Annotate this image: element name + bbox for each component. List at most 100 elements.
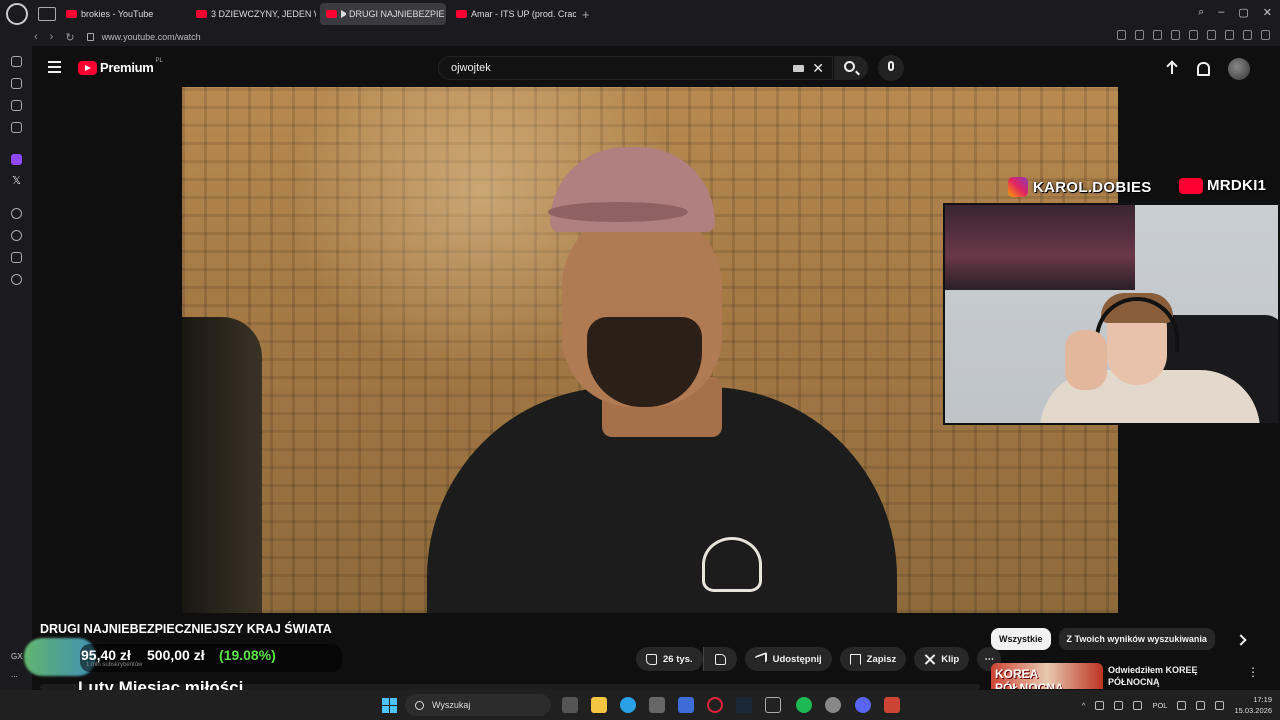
share-button[interactable]: Udostępnij <box>744 647 832 671</box>
tab-amar[interactable]: Amar - ITS UP (prod. Crac <box>450 3 576 25</box>
display-icon[interactable] <box>1177 700 1187 710</box>
youtube-premium-logo[interactable]: Premium PL <box>78 58 163 75</box>
clip-label: Klip <box>941 653 960 665</box>
save-button[interactable]: Zapisz <box>839 647 907 671</box>
twitch-icon[interactable] <box>11 154 22 165</box>
search-button[interactable] <box>834 56 868 80</box>
forward-icon[interactable]: › <box>50 31 54 44</box>
back-icon[interactable]: ‹ <box>34 31 38 44</box>
task-view-icon[interactable] <box>562 697 578 713</box>
opera-sidebar: 𝕏 <box>0 46 32 690</box>
lock-icon[interactable] <box>86 33 94 41</box>
steam-icon[interactable] <box>736 697 752 713</box>
tab-drugi-najniebezpie[interactable]: DRUGI NAJNIEBEZPIE <box>320 3 446 25</box>
mail-icon[interactable] <box>678 697 694 713</box>
recommended-title[interactable]: Odwiedziłem KOREĘ PÓŁNOCNĄ <box>1108 664 1238 688</box>
chevron-right-icon[interactable] <box>1235 634 1247 646</box>
chip-all[interactable]: Wszystkie <box>991 628 1051 650</box>
battery-icon[interactable] <box>1215 700 1225 710</box>
file-explorer-icon[interactable] <box>591 697 607 713</box>
instagram-icon <box>1008 177 1028 197</box>
discord-icon[interactable] <box>855 697 871 713</box>
tray-app-icon[interactable] <box>1114 700 1124 710</box>
image-icon[interactable] <box>11 100 22 111</box>
store-icon[interactable] <box>649 697 665 713</box>
volume-icon[interactable] <box>1196 700 1206 710</box>
history-icon[interactable] <box>11 230 22 241</box>
x-icon[interactable]: 𝕏 <box>11 176 22 187</box>
voice-search-button[interactable] <box>878 55 904 81</box>
spotify-icon[interactable] <box>796 697 812 713</box>
extensions-sidebar-icon[interactable] <box>11 252 22 263</box>
reload-icon[interactable]: ↻ <box>65 31 74 44</box>
hamburger-menu-icon[interactable] <box>48 61 61 73</box>
recommended-video[interactable]: KOREA PÓŁNOCNA Odwiedziłem KOREĘ PÓŁNOCN… <box>991 663 1271 689</box>
notifications-bell-icon[interactable] <box>1197 62 1210 76</box>
opera-logo-icon[interactable] <box>6 3 28 25</box>
scissors-icon <box>924 654 935 665</box>
video-title: DRUGI NAJNIEBEZPIECZNIEJSZY KRAJ ŚWIATA <box>40 622 332 636</box>
opera-gx-icon[interactable] <box>707 697 723 713</box>
search-tabs-icon[interactable]: ⌕ <box>1198 6 1204 19</box>
downloads-icon[interactable] <box>1225 30 1234 40</box>
player-icon[interactable] <box>11 208 22 219</box>
extensions-icon[interactable] <box>1207 30 1216 40</box>
tab-label: 3 DZIEWCZYNY, JEDEN W <box>211 9 316 19</box>
clock-date: 15.03.2026 <box>1234 706 1272 715</box>
maximize-icon[interactable]: ▢ <box>1238 6 1248 19</box>
microphone-icon[interactable] <box>1133 700 1143 710</box>
minimize-icon[interactable]: – <box>1218 6 1224 19</box>
aria-ai-icon[interactable] <box>1243 30 1252 40</box>
chip-from-search[interactable]: Z Twoich wyników wyszukiwania <box>1058 628 1215 650</box>
settings-icon[interactable] <box>11 274 22 285</box>
gx-label[interactable]: GX <box>11 652 23 661</box>
more-options-icon[interactable]: ... <box>11 670 18 679</box>
search-query[interactable]: ojwojtek <box>451 62 491 74</box>
pin-icon[interactable] <box>1117 30 1126 40</box>
kebab-menu-icon[interactable]: ⋮ <box>1247 665 1259 679</box>
tray-chevron-icon[interactable]: ^ <box>1082 701 1086 710</box>
streamer-webcam <box>943 203 1280 425</box>
edge-icon[interactable] <box>620 697 636 713</box>
heart-icon[interactable] <box>1189 30 1198 40</box>
tab-3-dziewczyny[interactable]: 3 DZIEWCZYNY, JEDEN W <box>190 3 316 25</box>
clip-button[interactable]: Klip <box>914 647 970 671</box>
url-field[interactable]: www.youtube.com/watch <box>102 32 201 42</box>
network-tray-icon[interactable] <box>1095 700 1105 710</box>
logo-text: Premium <box>100 60 154 75</box>
home-icon[interactable] <box>11 56 22 67</box>
video-thumbnail[interactable]: KOREA PÓŁNOCNA <box>991 663 1103 689</box>
subscribers-count: 1 mln subskrybentów <box>86 662 143 668</box>
tab-menu-icon[interactable] <box>38 7 56 21</box>
play-icon[interactable] <box>1171 30 1180 40</box>
avatar[interactable] <box>1228 58 1250 80</box>
taskbar-search[interactable]: Wyszukaj <box>405 694 551 716</box>
windows-start-icon[interactable] <box>382 698 397 713</box>
clock-time: 17:19 <box>1253 695 1272 704</box>
clear-search-icon[interactable]: ✕ <box>812 60 824 77</box>
keyboard-icon[interactable] <box>793 65 804 72</box>
messenger-icon[interactable] <box>11 122 22 133</box>
search-input[interactable]: ojwojtek ✕ <box>438 56 833 80</box>
tab-brokies[interactable]: brokies - YouTube <box>60 3 186 25</box>
shield-icon[interactable] <box>884 697 900 713</box>
clock[interactable]: 17:19 15.03.2026 <box>1234 694 1272 716</box>
language-indicator[interactable]: POL <box>1152 701 1167 710</box>
cast-icon[interactable] <box>1153 30 1162 40</box>
like-button[interactable]: 26 tys. <box>636 647 703 671</box>
speaker-icon[interactable] <box>341 10 346 18</box>
epic-games-icon[interactable] <box>765 697 781 713</box>
settings-app-icon[interactable] <box>825 697 841 713</box>
create-upload-icon[interactable] <box>1165 61 1179 77</box>
youtube-overlay: MRDKI1 <box>1179 177 1266 194</box>
close-icon[interactable]: ✕ <box>1263 6 1272 19</box>
youtube-favicon-icon <box>196 10 207 18</box>
window-controls: ⌕ – ▢ ✕ <box>1198 6 1272 19</box>
snapshot-icon[interactable] <box>1135 30 1144 40</box>
shopping-icon[interactable] <box>11 78 22 89</box>
youtube-header: Premium PL ojwojtek ✕ <box>32 46 1280 88</box>
new-tab-button[interactable]: + <box>582 7 590 22</box>
menu-icon[interactable] <box>1261 30 1270 40</box>
dislike-button[interactable] <box>702 647 737 671</box>
thumbs-down-icon <box>714 653 726 665</box>
